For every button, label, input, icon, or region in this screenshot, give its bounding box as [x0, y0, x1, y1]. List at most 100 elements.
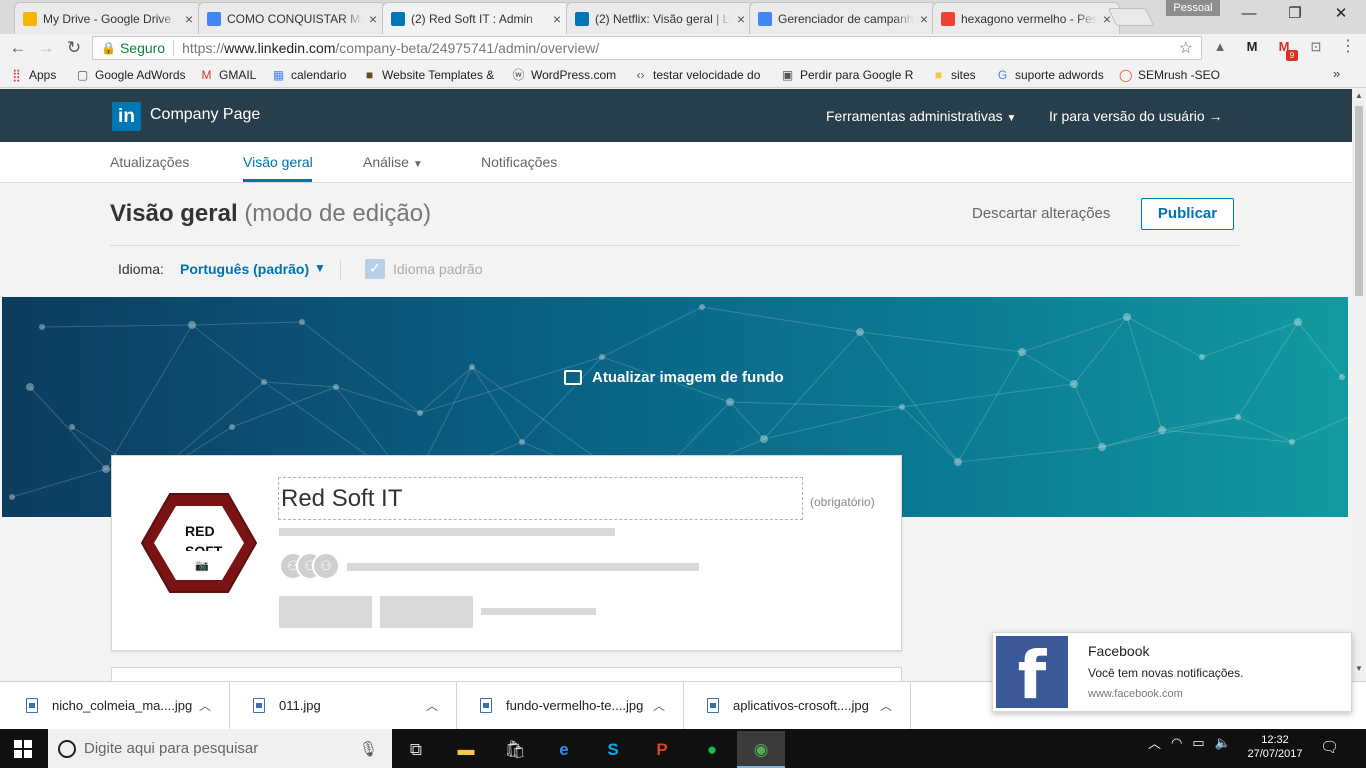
- download-item[interactable]: nicho_colmeia_ma....jpg ︿: [4, 681, 230, 729]
- bookmark-label: GMAIL: [219, 68, 257, 82]
- reload-button[interactable]: ↻: [63, 38, 85, 58]
- chevron-up-icon[interactable]: ︿: [1148, 733, 1161, 752]
- tab-analytics-label: Análise: [363, 154, 409, 170]
- bookmark-item[interactable]: ■ Website Templates &: [363, 67, 494, 83]
- battery-icon[interactable]: ▭: [1192, 735, 1204, 751]
- bookmark-item[interactable]: ‹› testar velocidade do: [634, 67, 761, 83]
- drive-extension-icon[interactable]: ▲: [1210, 38, 1230, 56]
- close-tab-icon[interactable]: ×: [920, 11, 928, 27]
- download-filename: fundo-vermelho-te....jpg: [506, 697, 644, 713]
- bookmark-item[interactable]: ⣿ Apps: [10, 67, 56, 83]
- tab-notifications[interactable]: Notificações: [481, 154, 557, 170]
- gmail-icon: M: [201, 67, 212, 82]
- google-icon: G: [997, 67, 1008, 82]
- back-button[interactable]: ←: [7, 38, 29, 58]
- browser-tab[interactable]: (2) Red Soft IT : Admin ×: [382, 2, 570, 34]
- forward-button[interactable]: →: [35, 38, 57, 58]
- store-icon[interactable]: 🛍: [491, 731, 539, 768]
- download-filename: nicho_colmeia_ma....jpg: [52, 697, 193, 713]
- taskbar-search[interactable]: Digite aqui para pesquisar 🎙: [48, 729, 392, 768]
- chevron-up-icon[interactable]: ︿: [199, 697, 211, 714]
- m-extension-icon[interactable]: M: [1242, 38, 1262, 56]
- browser-tab[interactable]: hexagono vermelho - Pesquisa Google×: [932, 2, 1120, 34]
- camera-icon[interactable]: 📷: [195, 559, 209, 572]
- file-explorer-icon[interactable]: ▬: [442, 731, 490, 768]
- tab-title: COMO CONQUISTAR MAIS CLIENTES: [227, 11, 363, 26]
- more-bookmarks-button[interactable]: »: [1333, 66, 1340, 81]
- caret-down-icon[interactable]: ▼: [314, 261, 326, 275]
- close-tab-icon[interactable]: ×: [737, 11, 745, 27]
- user-version-link[interactable]: Ir para versão do usuário →: [1049, 108, 1223, 124]
- chrome-icon[interactable]: ◉: [737, 731, 785, 768]
- close-tab-icon[interactable]: ×: [553, 11, 561, 27]
- scroll-down-icon[interactable]: ▼: [1352, 662, 1366, 676]
- language-select[interactable]: Português (padrão): [180, 261, 309, 277]
- discard-button[interactable]: Descartar alterações: [972, 205, 1110, 222]
- powerpoint-icon[interactable]: P: [638, 731, 686, 768]
- scrollbar-thumb[interactable]: [1355, 106, 1363, 296]
- notification-source: www.facebook.com: [1088, 688, 1183, 700]
- browser-tab[interactable]: (2) Netflix: Visão geral | LinkedIn ×: [566, 2, 754, 34]
- action-center-icon[interactable]: 🗨: [1320, 738, 1339, 756]
- tab-overview[interactable]: Visão geral: [243, 154, 313, 170]
- tab-analytics[interactable]: Análise ▼: [363, 154, 423, 170]
- close-tab-icon[interactable]: ×: [369, 11, 377, 27]
- cast-icon[interactable]: ⊡: [1306, 38, 1326, 56]
- chevron-up-icon[interactable]: ︿: [880, 697, 892, 714]
- download-item[interactable]: aplicativos-crosoft....jpg ︿: [685, 681, 911, 729]
- bookmark-item[interactable]: ◯ SEMrush -SEO: [1119, 67, 1220, 83]
- profile-button[interactable]: Pessoal: [1166, 0, 1220, 16]
- bookmark-star-icon[interactable]: ☆: [1179, 38, 1193, 58]
- minimize-button[interactable]: —: [1226, 0, 1272, 28]
- close-tab-icon[interactable]: ×: [185, 11, 193, 27]
- address-bar[interactable]: 🔒 Seguro https://www.linkedin.com/compan…: [92, 36, 1202, 60]
- bookmark-item[interactable]: ▢ Google AdWords: [76, 67, 186, 83]
- active-tab-indicator: [243, 179, 312, 182]
- browser-tab[interactable]: COMO CONQUISTAR MAIS CLIENTES ×: [198, 2, 386, 34]
- chevron-up-icon[interactable]: ︿: [426, 697, 438, 714]
- bookmark-item[interactable]: Gsuporte adwords: [996, 67, 1104, 83]
- windows-start-icon[interactable]: [14, 740, 32, 758]
- language-label: Idioma:: [118, 261, 164, 277]
- menu-icon[interactable]: ⋮: [1338, 38, 1358, 56]
- tab-updates[interactable]: Atualizações: [110, 154, 189, 170]
- bookmark-item[interactable]: M GMAIL: [200, 67, 257, 83]
- company-name-field[interactable]: Red Soft IT: [278, 477, 803, 520]
- bookmark-item[interactable]: ▦ calendario: [272, 67, 347, 83]
- gmail-badge: 9: [1286, 50, 1298, 61]
- calendar-icon: ▦: [272, 67, 285, 82]
- bookmark-label: calendario: [291, 68, 347, 82]
- publish-button[interactable]: Publicar: [1141, 198, 1234, 230]
- spotify-icon[interactable]: ●: [688, 731, 736, 768]
- image-file-icon: [707, 697, 719, 713]
- update-background-button[interactable]: Atualizar imagem de fundo: [564, 369, 784, 386]
- bookmark-item[interactable]: ⓦ WordPress.com: [512, 67, 616, 83]
- bookmark-item[interactable]: ■ sites: [932, 67, 976, 83]
- placeholder-line: [279, 528, 615, 536]
- edge-icon[interactable]: e: [540, 731, 588, 768]
- task-view-icon[interactable]: ⧉: [392, 731, 440, 768]
- url-text[interactable]: https://www.linkedin.com/company-beta/24…: [182, 40, 599, 56]
- linkedin-logo[interactable]: in: [112, 102, 141, 131]
- clock[interactable]: 12:32 27/07/2017: [1245, 733, 1305, 761]
- bookmark-item[interactable]: ▣ Perdir para Google R: [781, 67, 914, 83]
- microphone-icon[interactable]: 🎙: [359, 740, 378, 758]
- volume-icon[interactable]: 🔈: [1215, 735, 1231, 751]
- browser-tab[interactable]: Gerenciador de campanhas ×: [749, 2, 937, 34]
- download-item[interactable]: 011.jpg ︿: [231, 681, 457, 729]
- skype-icon[interactable]: S: [589, 731, 637, 768]
- default-language-checkbox[interactable]: ✓: [365, 259, 385, 279]
- templates-icon: ■: [365, 67, 374, 82]
- scroll-up-icon[interactable]: ▲: [1352, 89, 1366, 103]
- new-tab-button[interactable]: [1107, 8, 1155, 26]
- wifi-icon[interactable]: ◠: [1171, 735, 1182, 751]
- chevron-up-icon[interactable]: ︿: [653, 697, 665, 714]
- default-language-label: Idioma padrão: [393, 261, 483, 277]
- download-item[interactable]: fundo-vermelho-te....jpg ︿: [458, 681, 684, 729]
- browser-tab[interactable]: My Drive - Google Drive ×: [14, 2, 202, 34]
- notification-message: Você tem novas notificações.: [1088, 666, 1244, 680]
- url-host: www.linkedin.com: [224, 40, 336, 56]
- admin-tools-menu[interactable]: Ferramentas administrativas ▼: [826, 108, 1016, 124]
- close-window-button[interactable]: ✕: [1318, 0, 1364, 28]
- maximize-button[interactable]: ❐: [1272, 0, 1318, 28]
